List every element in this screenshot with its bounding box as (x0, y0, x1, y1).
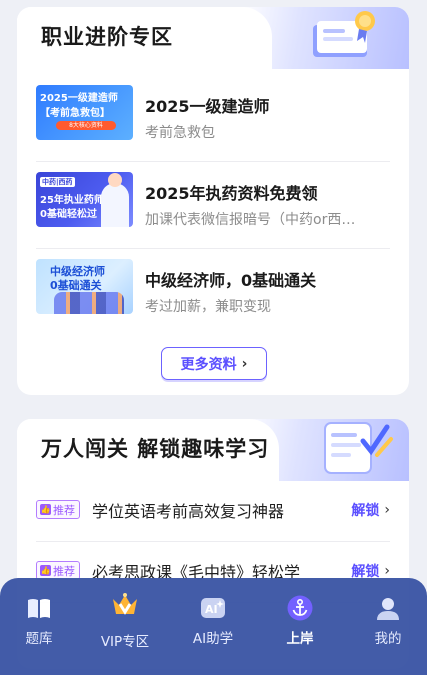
tab-label: AI助学 (192, 631, 234, 647)
thumbnail-caption: 0基础通关 (50, 279, 102, 292)
ai-icon: AI (201, 598, 225, 618)
people-illustration (54, 292, 124, 314)
resource-title: 2025一级建造师 (145, 97, 270, 116)
resource-title: 2025年执药资料免费领 (145, 184, 318, 203)
career-section-title: 职业进阶专区 (41, 25, 173, 49)
tab-label: 我的 (374, 631, 402, 647)
resource-subtitle: 加课代表微信报暗号（中药or西… (145, 212, 356, 228)
tab-label: 上岸 (286, 631, 314, 647)
resource-thumbnail: 2025一级建造师 【考前急救包】 8大核心资料 (36, 85, 133, 140)
tab-question-bank[interactable]: 题库 (0, 578, 79, 675)
thumbs-up-icon: 👍 (40, 504, 51, 515)
book-icon (28, 599, 50, 618)
thumbnail-caption: 【考前急救包】 (40, 108, 110, 119)
svg-text:AI: AI (205, 603, 218, 616)
bottom-tab-bar: 题库 VIP专区 AI AI助学 上岸 我的 (0, 578, 427, 675)
vip-crown-icon (113, 593, 137, 615)
chevron-right-icon: › (384, 502, 390, 518)
tab-vip[interactable]: VIP专区 (85, 578, 165, 675)
chevron-right-icon: › (241, 355, 248, 372)
book-medal-icon (313, 11, 375, 57)
career-section-header: 职业进阶专区 (17, 7, 409, 69)
resource-item[interactable]: 中药|西药 25年执业药师 0基础轻松过 2025年执药资料免费领 加课代表微信… (36, 162, 390, 249)
thumbs-up-icon: 👍 (40, 565, 51, 576)
recommend-badge: 👍 推荐 (36, 500, 80, 519)
resource-item[interactable]: 中级经济师 0基础通关 中级经济师，0基础通关 考过加薪，兼职变现 (36, 249, 390, 336)
user-icon (377, 598, 399, 620)
thumbnail-caption: 25年执业药师 (40, 195, 104, 206)
thumbnail-chip: 8大核心资料 (56, 121, 116, 130)
badge-label: 推荐 (53, 564, 75, 578)
tab-label: 题库 (25, 631, 53, 647)
resource-subtitle: 考前急救包 (145, 125, 215, 141)
challenge-section-header: 万人闯关 解锁趣味学习 (17, 419, 409, 481)
thumbnail-caption: 0基础轻松过 (40, 209, 97, 220)
resource-title: 中级经济师，0基础通关 (145, 271, 317, 290)
pharmacist-illustration (101, 173, 129, 227)
career-section-card: 职业进阶专区 2025一级建造师 【考前急救包】 8大核心资料 2025一级建造… (17, 7, 409, 395)
resource-list: 2025一级建造师 【考前急救包】 8大核心资料 2025一级建造师 考前急救包… (36, 75, 390, 336)
resource-subtitle: 考过加薪，兼职变现 (145, 299, 271, 315)
unlock-button[interactable]: 解锁 › (351, 500, 390, 520)
unlock-label: 解锁 (351, 503, 380, 519)
chevron-right-icon: › (384, 563, 390, 579)
tab-mine[interactable]: 我的 (348, 578, 427, 675)
badge-label: 推荐 (53, 503, 75, 517)
tab-label: VIP专区 (100, 634, 150, 650)
more-resources-label: 更多资料 (180, 356, 237, 373)
thumbnail-caption: 中药|西药 (40, 177, 75, 187)
resource-thumbnail: 中级经济师 0基础通关 (36, 259, 133, 314)
challenge-title: 学位英语考前高效复习神器 (92, 502, 285, 521)
more-resources-button[interactable]: 更多资料 › (161, 347, 267, 380)
challenge-item[interactable]: 👍 推荐 学位英语考前高效复习神器 解锁 › (36, 481, 390, 542)
challenge-section-title: 万人闯关 解锁趣味学习 (41, 437, 270, 461)
anchor-icon (287, 595, 313, 621)
scroll-check-icon (324, 422, 393, 474)
resource-thumbnail: 中药|西药 25年执业药师 0基础轻松过 (36, 172, 133, 227)
resource-item[interactable]: 2025一级建造师 【考前急救包】 8大核心资料 2025一级建造师 考前急救包 (36, 75, 390, 162)
tab-ai-study[interactable]: AI AI助学 (173, 578, 253, 675)
thumbnail-caption: 2025一级建造师 (40, 93, 118, 104)
tab-shore[interactable]: 上岸 (260, 578, 340, 675)
